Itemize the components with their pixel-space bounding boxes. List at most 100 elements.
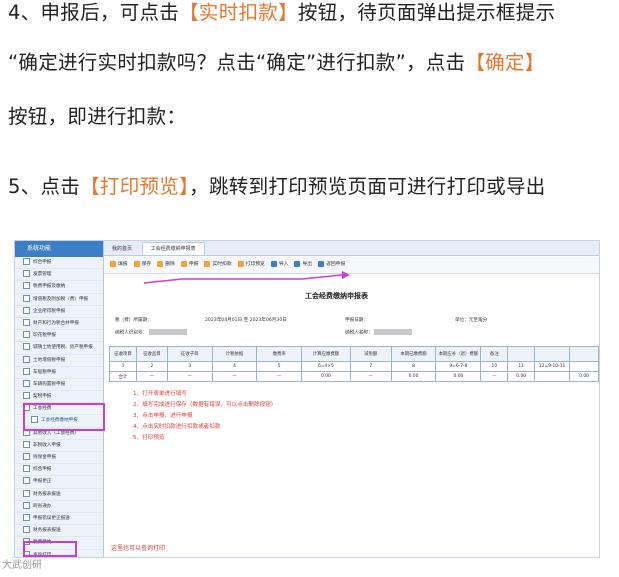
sidebar-highlight-box — [23, 403, 105, 431]
sidebar-item[interactable]: 跨省通办 — [15, 501, 103, 513]
declaration-table: 征收项目 征收品目 征收子目 计税依据 缴费率 计算应缴费额 减免额 本期已缴费额 本期应补（退… — [109, 346, 599, 382]
text-segment: 5、点击 — [8, 175, 81, 198]
sidebar-item[interactable]: 财产和行为税合并申报 — [15, 318, 103, 331]
sidebar-item-label: 发票管理 — [33, 272, 52, 278]
sidebar-title: 系统功能 — [15, 241, 103, 257]
meta-text: 纳税人名称： — [345, 330, 373, 336]
sidebar-item[interactable]: 综合申报 — [15, 464, 103, 477]
expand-icon — [23, 355, 30, 363]
instruction-step-4-line-3: 按钮，即进行扣款： — [8, 104, 613, 130]
sidebar-item-label: 综合申报 — [33, 467, 52, 473]
form-title: 工会经费缴纳申报表 — [305, 292, 368, 300]
sidebar-item[interactable]: 印花税申报 — [15, 330, 103, 343]
table-cell — [534, 346, 571, 362]
table-cell: — — [480, 371, 509, 382]
sidebar-item-label: 综合申报 — [33, 260, 52, 265]
toolbar-icon — [157, 260, 164, 267]
sidebar-item-label: 土地增值税申报 — [33, 357, 66, 363]
sidebar-item[interactable]: 申报错误更正报送 — [15, 513, 103, 526]
sidebar-item[interactable]: 税费申报及缴纳 — [15, 281, 103, 294]
expand-icon — [23, 489, 30, 497]
sidebar-item[interactable]: 非税收入申报 — [15, 440, 103, 452]
sidebar-item-label: 申报错误更正报送 — [33, 515, 70, 521]
table-cell: 本期应补（退）费额 — [435, 346, 482, 362]
table-cell: 6=4×5 — [301, 361, 351, 372]
taxpayer-label: 纳税人识别号： — [115, 329, 187, 336]
table-cell: 3 — [166, 361, 213, 372]
expand-icon — [23, 440, 30, 448]
arrow-path — [143, 274, 343, 284]
expand-icon — [23, 331, 30, 339]
table-cell: — — [166, 371, 213, 382]
highlight-realtime-deduct: 【实时扣款】 — [179, 1, 298, 24]
table-header-row: 征收项目 征收品目 征收子目 计税依据 缴费率 计算应缴费额 减免额 本期已缴费额 本期应补（退… — [109, 346, 599, 362]
table-cell: 征收品目 — [135, 346, 168, 362]
sidebar-item-label: 契税申报 — [33, 394, 52, 400]
expand-icon — [23, 294, 30, 302]
expand-icon — [23, 477, 30, 485]
table-cell: 0.00 — [507, 371, 536, 382]
table-cell — [569, 361, 599, 372]
meta-text: 税（费）所属期： — [115, 318, 152, 323]
sidebar-item-label: 税费申报及缴纳 — [33, 284, 66, 290]
table-cell: 4 — [211, 361, 258, 372]
sidebar-item[interactable]: 车辆购置税申报 — [15, 379, 103, 392]
embedded-screenshot: 系统功能 综合申报 发票管理 税费申报及缴纳 增值税及附加税（费）申报 企业所得税申报财… — [14, 240, 600, 558]
expand-icon — [23, 343, 30, 351]
sidebar-item[interactable]: 残保金申报 — [15, 452, 103, 465]
expand-icon — [23, 367, 30, 375]
step-line: 1、打开表单进行填写 — [133, 391, 187, 397]
sidebar-item-label: 企业所得税申报 — [33, 308, 66, 314]
table-row: 合计 — — — —0.00—0.00 0.00—0.00 0.00 — [109, 371, 599, 382]
sidebar-item[interactable]: 土地增值税申报 — [15, 355, 103, 367]
sidebar-item[interactable]: 增值税及附加税（费）申报 — [15, 294, 103, 306]
sidebar: 系统功能 综合申报 发票管理 税费申报及缴纳 增值税及附加税（费）申报 企业所得税申报财… — [15, 241, 105, 557]
table-cell — [569, 346, 599, 362]
table-cell: — — [211, 371, 258, 382]
table-cell: — — [256, 371, 303, 382]
highlight-print-preview: 【打印预览】 — [80, 175, 190, 198]
step-line: 4、点击实时扣款进行扣款或者扣款 — [133, 424, 221, 430]
tab-union-fee-form[interactable]: 工会经费缴纳申报表 — [141, 242, 205, 255]
tab-home[interactable]: 我的首页 — [104, 242, 140, 256]
sidebar-item[interactable]: 车船税申报 — [15, 367, 103, 379]
redacted-block — [374, 329, 413, 335]
sidebar-item[interactable]: 契税申报 — [15, 391, 103, 404]
sidebar-item[interactable]: 申报更正 — [15, 476, 103, 489]
sidebar-note: 这里也可以查询打印 — [111, 545, 166, 552]
table-cell — [507, 346, 536, 362]
toolbar-icon — [237, 260, 244, 267]
expand-icon — [23, 379, 30, 387]
period-label: 税（费）所属期： — [115, 317, 152, 323]
sidebar-item-label: 印花税申报 — [33, 333, 56, 339]
sidebar-item-label: 申报更正 — [33, 479, 52, 485]
toolbar-icon — [180, 260, 187, 267]
sidebar-item-label: 财产和行为税合并申报 — [33, 320, 79, 326]
table-row: 1 2 3 4 5 6=4×5 7 8 9=6-7-8 10 11 12=9-10-11 — [109, 361, 599, 372]
sidebar-item-label: 财务报表报送 — [33, 528, 61, 534]
sidebar-item-label: 其他收入（工会经费） — [33, 430, 79, 436]
text-segment: ，跳转到打印预览页面可进行打印或导出 — [189, 175, 546, 198]
expand-icon — [23, 258, 30, 265]
sidebar-item[interactable]: 企业所得税申报 — [15, 306, 103, 318]
expand-icon — [23, 306, 30, 314]
sidebar-item-label: 车船税申报 — [33, 369, 56, 375]
arrow-head — [342, 271, 350, 279]
table-cell: 征收项目 — [109, 346, 137, 362]
unit-label: 单位：元至角分 — [455, 318, 488, 323]
table-cell: 减免额 — [349, 346, 392, 362]
sidebar-item[interactable]: 综合申报 — [15, 257, 103, 270]
sidebar-item[interactable]: 发票管理 — [15, 269, 103, 282]
sidebar-item[interactable]: 财务报表报送 — [15, 525, 103, 538]
steps-annotation: 1、打开表单进行填写 2、填写完成进行保存（数据有错误，可以点击删除按钮） 3、点击… — [133, 389, 276, 444]
sidebar-item-label: 车辆购置税申报 — [33, 381, 66, 387]
table-cell: — — [349, 371, 392, 382]
instruction-step-4-line-2: “确定进行实时扣款吗？点击“确定”进行扣款”，点击【确定】 — [8, 50, 613, 76]
table-cell: 本期已缴费额 — [390, 346, 437, 362]
sidebar-item[interactable]: 财务报表报送 — [15, 489, 103, 501]
expand-icon — [23, 453, 30, 460]
sidebar-bottom-highlight-box — [23, 541, 77, 557]
toolbar-button[interactable]: 填报 — [110, 257, 128, 273]
step-line: 5、打印预览 — [133, 435, 165, 441]
sidebar-item[interactable]: 城镇土地使用税、房产税申报 — [15, 342, 103, 355]
